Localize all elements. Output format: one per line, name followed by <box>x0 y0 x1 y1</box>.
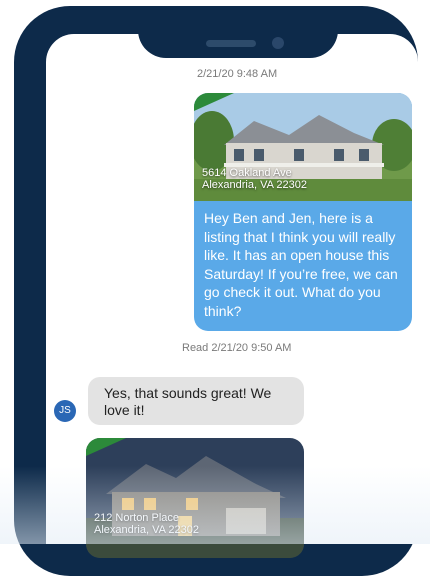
listing-photo[interactable]: 5614 Oakland Ave Alexandria, VA 22302 <box>194 93 412 201</box>
incoming-message-bubble[interactable]: Yes, that sounds great! We love it! <box>88 377 304 425</box>
outgoing-message-text: Hey Ben and Jen, here is a listing that … <box>204 210 398 319</box>
phone-notch <box>138 6 338 58</box>
message-timestamp: 2/21/20 9:48 AM <box>197 68 278 80</box>
listing-address: 5614 Oakland Ave Alexandria, VA 22302 <box>202 167 307 191</box>
speaker-grille <box>206 40 256 47</box>
read-receipt: Read 2/21/20 9:50 AM <box>182 342 292 354</box>
house-image-2 <box>86 438 304 558</box>
address-line-1: 5614 Oakland Ave <box>202 167 292 179</box>
listing-card-2[interactable]: 212 Norton Place Alexandria, VA 22302 <box>86 438 304 558</box>
address-line-2: Alexandria, VA 22302 <box>202 179 307 191</box>
address2-line-1: 212 Norton Place <box>94 512 179 524</box>
address2-line-2: Alexandria, VA 22302 <box>94 524 199 536</box>
avatar[interactable]: JS <box>54 400 76 422</box>
incoming-message-text: Yes, that sounds great! We love it! <box>104 385 272 418</box>
listing-address-2: 212 Norton Place Alexandria, VA 22302 <box>94 512 199 536</box>
listing-ribbon <box>194 93 234 111</box>
outgoing-message-bubble[interactable]: 5614 Oakland Ave Alexandria, VA 22302 He… <box>194 93 412 331</box>
front-camera <box>272 37 284 49</box>
listing-ribbon-2 <box>86 438 126 456</box>
